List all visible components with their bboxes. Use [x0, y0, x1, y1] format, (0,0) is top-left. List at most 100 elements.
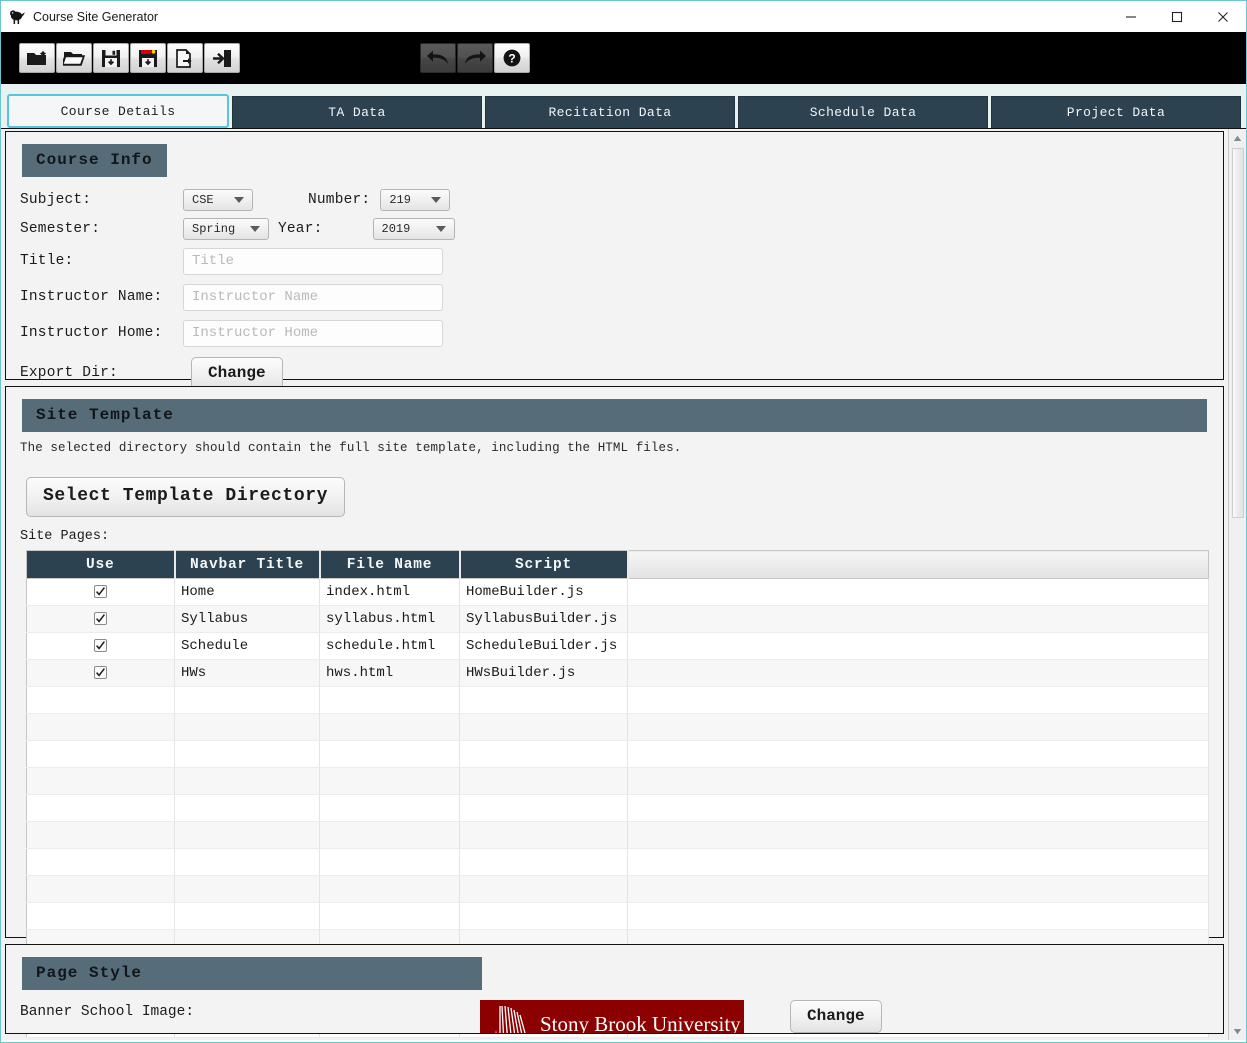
cell-use[interactable]: [26, 902, 175, 930]
cell-file-name[interactable]: [319, 740, 460, 768]
cell-navbar-title[interactable]: [174, 848, 320, 876]
cell-file-name[interactable]: schedule.html: [319, 632, 460, 660]
cell-script[interactable]: [459, 794, 628, 822]
help-button[interactable]: ?: [494, 43, 530, 73]
minimize-button[interactable]: [1108, 1, 1154, 32]
cell-use[interactable]: [26, 821, 175, 849]
cell-script[interactable]: [459, 713, 628, 741]
use-checkbox[interactable]: [94, 665, 107, 679]
cell-script[interactable]: [459, 740, 628, 768]
change-banner-image-button[interactable]: Change: [790, 1000, 882, 1033]
cell-script[interactable]: HWsBuilder.js: [459, 659, 628, 687]
cell-use[interactable]: [26, 875, 175, 903]
cell-script[interactable]: [459, 686, 628, 714]
table-row-empty[interactable]: [26, 848, 1209, 876]
table-row[interactable]: Schedule schedule.html ScheduleBuilder.js: [26, 632, 1209, 660]
scroll-up-arrow-icon[interactable]: [1228, 129, 1246, 147]
cell-file-name[interactable]: [319, 686, 460, 714]
change-export-dir-button[interactable]: Change: [191, 356, 283, 390]
table-row-empty[interactable]: [26, 902, 1209, 930]
cell-file-name[interactable]: index.html: [319, 578, 460, 606]
cell-file-name[interactable]: [319, 794, 460, 822]
column-header-script[interactable]: Script: [459, 550, 629, 579]
number-combo[interactable]: 219: [380, 188, 451, 211]
cell-use[interactable]: [26, 632, 175, 660]
cell-navbar-title[interactable]: Home: [174, 578, 320, 606]
table-row-empty[interactable]: [26, 740, 1209, 768]
new-course-button[interactable]: [19, 43, 55, 73]
cell-script[interactable]: [459, 821, 628, 849]
cell-file-name[interactable]: [319, 848, 460, 876]
instructor-home-input[interactable]: [183, 319, 443, 347]
table-row-empty[interactable]: [26, 686, 1209, 714]
scrollbar-thumb[interactable]: [1231, 148, 1244, 518]
use-checkbox[interactable]: [94, 611, 107, 625]
cell-use[interactable]: [26, 686, 175, 714]
tab-course-details[interactable]: Course Details: [7, 94, 229, 128]
tab-project-data[interactable]: Project Data: [991, 96, 1241, 128]
cell-file-name[interactable]: [319, 713, 460, 741]
save-course-button[interactable]: [93, 43, 129, 73]
tab-schedule-data[interactable]: Schedule Data: [738, 96, 988, 128]
cell-use[interactable]: [26, 848, 175, 876]
cell-file-name[interactable]: [319, 902, 460, 930]
table-row-empty[interactable]: [26, 794, 1209, 822]
tab-ta-data[interactable]: TA Data: [232, 96, 482, 128]
vertical-scrollbar[interactable]: [1228, 129, 1246, 1040]
cell-file-name[interactable]: [319, 767, 460, 795]
maximize-button[interactable]: [1154, 1, 1200, 32]
cell-use[interactable]: [26, 767, 175, 795]
cell-file-name[interactable]: syllabus.html: [319, 605, 460, 633]
cell-navbar-title[interactable]: [174, 767, 320, 795]
cell-script[interactable]: SyllabusBuilder.js: [459, 605, 628, 633]
column-header-file-name[interactable]: File Name: [319, 550, 461, 579]
cell-navbar-title[interactable]: Schedule: [174, 632, 320, 660]
table-row-empty[interactable]: [26, 875, 1209, 903]
cell-file-name[interactable]: hws.html: [319, 659, 460, 687]
cell-navbar-title[interactable]: Syllabus: [174, 605, 320, 633]
column-header-use[interactable]: Use: [26, 550, 176, 579]
table-row-empty[interactable]: [26, 713, 1209, 741]
cell-use[interactable]: [26, 659, 175, 687]
table-row-empty[interactable]: [26, 821, 1209, 849]
cell-use[interactable]: [26, 713, 175, 741]
select-template-directory-button[interactable]: Select Template Directory: [26, 477, 346, 517]
load-course-button[interactable]: [56, 43, 92, 73]
cell-navbar-title[interactable]: [174, 686, 320, 714]
use-checkbox[interactable]: [94, 638, 107, 652]
semester-combo[interactable]: Spring: [183, 217, 269, 240]
cell-navbar-title[interactable]: [174, 794, 320, 822]
cell-file-name[interactable]: [319, 821, 460, 849]
redo-button[interactable]: [457, 43, 493, 73]
use-checkbox[interactable]: [94, 584, 107, 598]
cell-script[interactable]: HomeBuilder.js: [459, 578, 628, 606]
scrollbar-track[interactable]: [1229, 147, 1247, 1022]
cell-script[interactable]: [459, 767, 628, 795]
cell-navbar-title[interactable]: [174, 740, 320, 768]
cell-use[interactable]: [26, 740, 175, 768]
table-row[interactable]: HWs hws.html HWsBuilder.js: [26, 659, 1209, 687]
instructor-name-input[interactable]: [183, 283, 443, 311]
undo-button[interactable]: [420, 43, 456, 73]
cell-script[interactable]: ScheduleBuilder.js: [459, 632, 628, 660]
cell-script[interactable]: [459, 902, 628, 930]
cell-script[interactable]: [459, 875, 628, 903]
table-row[interactable]: Home index.html HomeBuilder.js: [26, 578, 1209, 606]
cell-navbar-title[interactable]: HWs: [174, 659, 320, 687]
subject-combo[interactable]: CSE: [183, 188, 253, 211]
cell-navbar-title[interactable]: [174, 875, 320, 903]
cell-use[interactable]: [26, 794, 175, 822]
tab-recitation-data[interactable]: Recitation Data: [485, 96, 735, 128]
save-as-button[interactable]: [130, 43, 166, 73]
table-row[interactable]: Syllabus syllabus.html SyllabusBuilder.js: [26, 605, 1209, 633]
cell-use[interactable]: [26, 578, 175, 606]
cell-navbar-title[interactable]: [174, 713, 320, 741]
cell-navbar-title[interactable]: [174, 821, 320, 849]
title-input[interactable]: [183, 247, 443, 275]
cell-file-name[interactable]: [319, 875, 460, 903]
scroll-down-arrow-icon[interactable]: [1228, 1022, 1246, 1040]
cell-navbar-title[interactable]: [174, 902, 320, 930]
cell-script[interactable]: [459, 848, 628, 876]
column-header-navbar-title[interactable]: Navbar Title: [174, 550, 321, 579]
cell-use[interactable]: [26, 605, 175, 633]
